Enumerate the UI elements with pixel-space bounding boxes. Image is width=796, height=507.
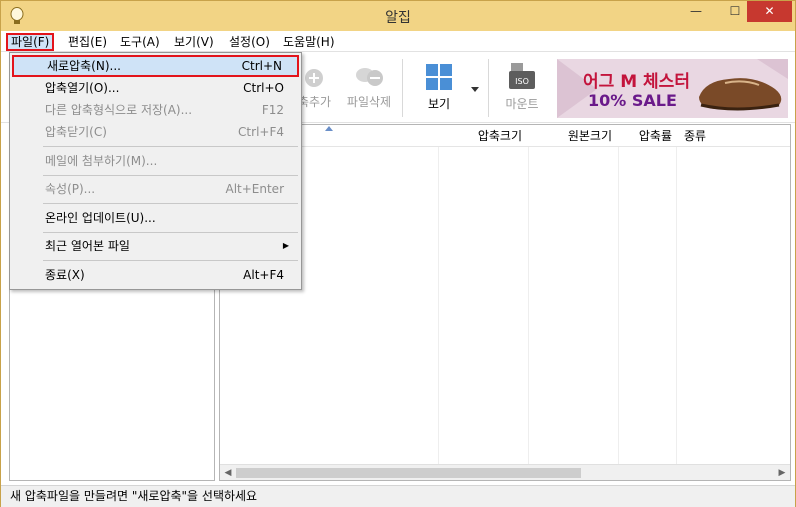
title-bar: 알집 — ☐ ✕ xyxy=(1,1,795,31)
menu-item-shortcut: Ctrl+F4 xyxy=(238,125,284,139)
ad-headline: 어그 M 체스터 xyxy=(583,72,690,92)
delete-file-icon xyxy=(356,68,383,86)
menu-bar: 파일(F) 편집(E) 도구(A) 보기(V) 설정(O) 도움말(H) xyxy=(1,31,795,52)
menu-separator xyxy=(43,146,298,147)
column-divider xyxy=(438,147,439,469)
menu-tools[interactable]: 도구(A) xyxy=(117,33,163,51)
menu-item-shortcut: Ctrl+N xyxy=(241,59,282,73)
view-mode-button[interactable]: 보기 xyxy=(419,63,459,112)
menu-view[interactable]: 보기(V) xyxy=(171,33,217,51)
menu-item-label: 온라인 업데이트(U)... xyxy=(45,211,156,225)
scrollbar-thumb[interactable] xyxy=(236,468,581,478)
menu-file[interactable]: 파일(F) xyxy=(6,33,55,51)
menu-separator xyxy=(43,175,298,176)
horizontal-scrollbar[interactable]: ◀ ▶ xyxy=(220,464,790,480)
menu-help[interactable]: 도움말(H) xyxy=(280,33,338,51)
column-header-type[interactable]: 종류 xyxy=(676,125,790,147)
menu-item-save-as-format[interactable]: 다른 압축형식으로 저장(A)... F12 xyxy=(12,99,299,121)
column-header-original-size[interactable]: 원본크기 xyxy=(528,125,618,147)
ad-sale-text: 10% SALE xyxy=(588,91,677,110)
menu-item-label: 종료(X) xyxy=(45,268,85,282)
shoe-image xyxy=(699,78,782,111)
mount-label: 마운트 xyxy=(505,97,539,111)
iso-disk-icon: ISO xyxy=(509,63,535,89)
maximize-button[interactable]: ☐ xyxy=(722,1,748,22)
menu-item-label: 메일에 첨부하기(M)... xyxy=(45,154,158,168)
menu-item-exit[interactable]: 종료(X) Alt+F4 xyxy=(12,264,299,286)
menu-item-label: 속성(P)... xyxy=(45,182,96,196)
menu-settings[interactable]: 설정(O) xyxy=(226,33,273,51)
column-divider xyxy=(676,147,677,469)
view-dropdown-button[interactable] xyxy=(469,81,481,95)
menu-item-shortcut: Alt+Enter xyxy=(225,182,284,196)
grid-view-icon xyxy=(426,64,452,90)
column-header-ratio[interactable]: 압축률 xyxy=(618,125,676,147)
menu-item-label: 압축닫기(C) xyxy=(45,125,107,139)
minimize-button[interactable]: — xyxy=(683,1,709,22)
close-button[interactable]: ✕ xyxy=(747,1,792,22)
scroll-right-button[interactable]: ▶ xyxy=(774,465,790,481)
view-mode-label: 보기 xyxy=(427,97,451,111)
menu-item-close-archive[interactable]: 압축닫기(C) Ctrl+F4 xyxy=(12,121,299,143)
menu-separator xyxy=(43,232,298,233)
menu-separator xyxy=(43,260,298,261)
iso-text: ISO xyxy=(515,77,529,86)
menu-item-label: 다른 압축형식으로 저장(A)... xyxy=(45,103,193,117)
menu-item-attach-mail[interactable]: 메일에 첨부하기(M)... xyxy=(12,150,299,172)
menu-item-new-archive[interactable]: 새로압축(N)... Ctrl+N xyxy=(12,55,299,77)
window-title: 알집 xyxy=(385,10,411,26)
menu-item-label: 새로압축(N)... xyxy=(47,59,121,73)
menu-item-shortcut: Ctrl+O xyxy=(243,81,284,95)
menu-item-label: 최근 열어본 파일 xyxy=(45,239,130,253)
submenu-arrow-icon: ▶ xyxy=(282,241,289,250)
menu-item-shortcut: Alt+F4 xyxy=(243,268,284,282)
toolbar-separator xyxy=(488,59,489,117)
app-window: 알집 — ☐ ✕ 파일(F) 편집(E) 도구(A) 보기(V) 설정(O) 도… xyxy=(0,0,796,507)
menu-item-open-archive[interactable]: 압축열기(O)... Ctrl+O xyxy=(12,77,299,99)
file-list-pane[interactable]: 압축크기 원본크기 압축률 종류 ◀ ▶ xyxy=(219,124,791,481)
column-divider xyxy=(528,147,529,469)
toolbar-separator xyxy=(402,59,403,117)
status-bar: 새 압축파일을 만들려면 "새로압축"을 선택하세요 xyxy=(1,485,795,507)
menu-item-label: 압축열기(O)... xyxy=(45,81,120,95)
chevron-down-icon xyxy=(471,87,479,92)
menu-item-online-update[interactable]: 온라인 업데이트(U)... xyxy=(12,207,299,229)
menu-item-properties[interactable]: 속성(P)... Alt+Enter xyxy=(12,178,299,200)
mount-button[interactable]: ISO 마운트 xyxy=(502,63,542,112)
menu-edit[interactable]: 편집(E) xyxy=(65,33,110,51)
menu-item-recent-files[interactable]: 최근 열어본 파일 ▶ xyxy=(12,235,299,257)
delete-file-button[interactable]: 파일삭제 xyxy=(342,63,396,110)
delete-file-label: 파일삭제 xyxy=(346,95,392,109)
menu-separator xyxy=(43,203,298,204)
menu-item-shortcut: F12 xyxy=(261,103,284,117)
column-divider xyxy=(618,147,619,469)
column-header-compressed-size[interactable]: 압축크기 xyxy=(438,125,528,147)
scroll-left-button[interactable]: ◀ xyxy=(220,465,236,481)
ad-banner[interactable]: 어그 M 체스터 10% SALE xyxy=(557,59,788,118)
file-menu-dropdown: 새로압축(N)... Ctrl+N 압축열기(O)... Ctrl+O 다른 압… xyxy=(9,52,302,290)
